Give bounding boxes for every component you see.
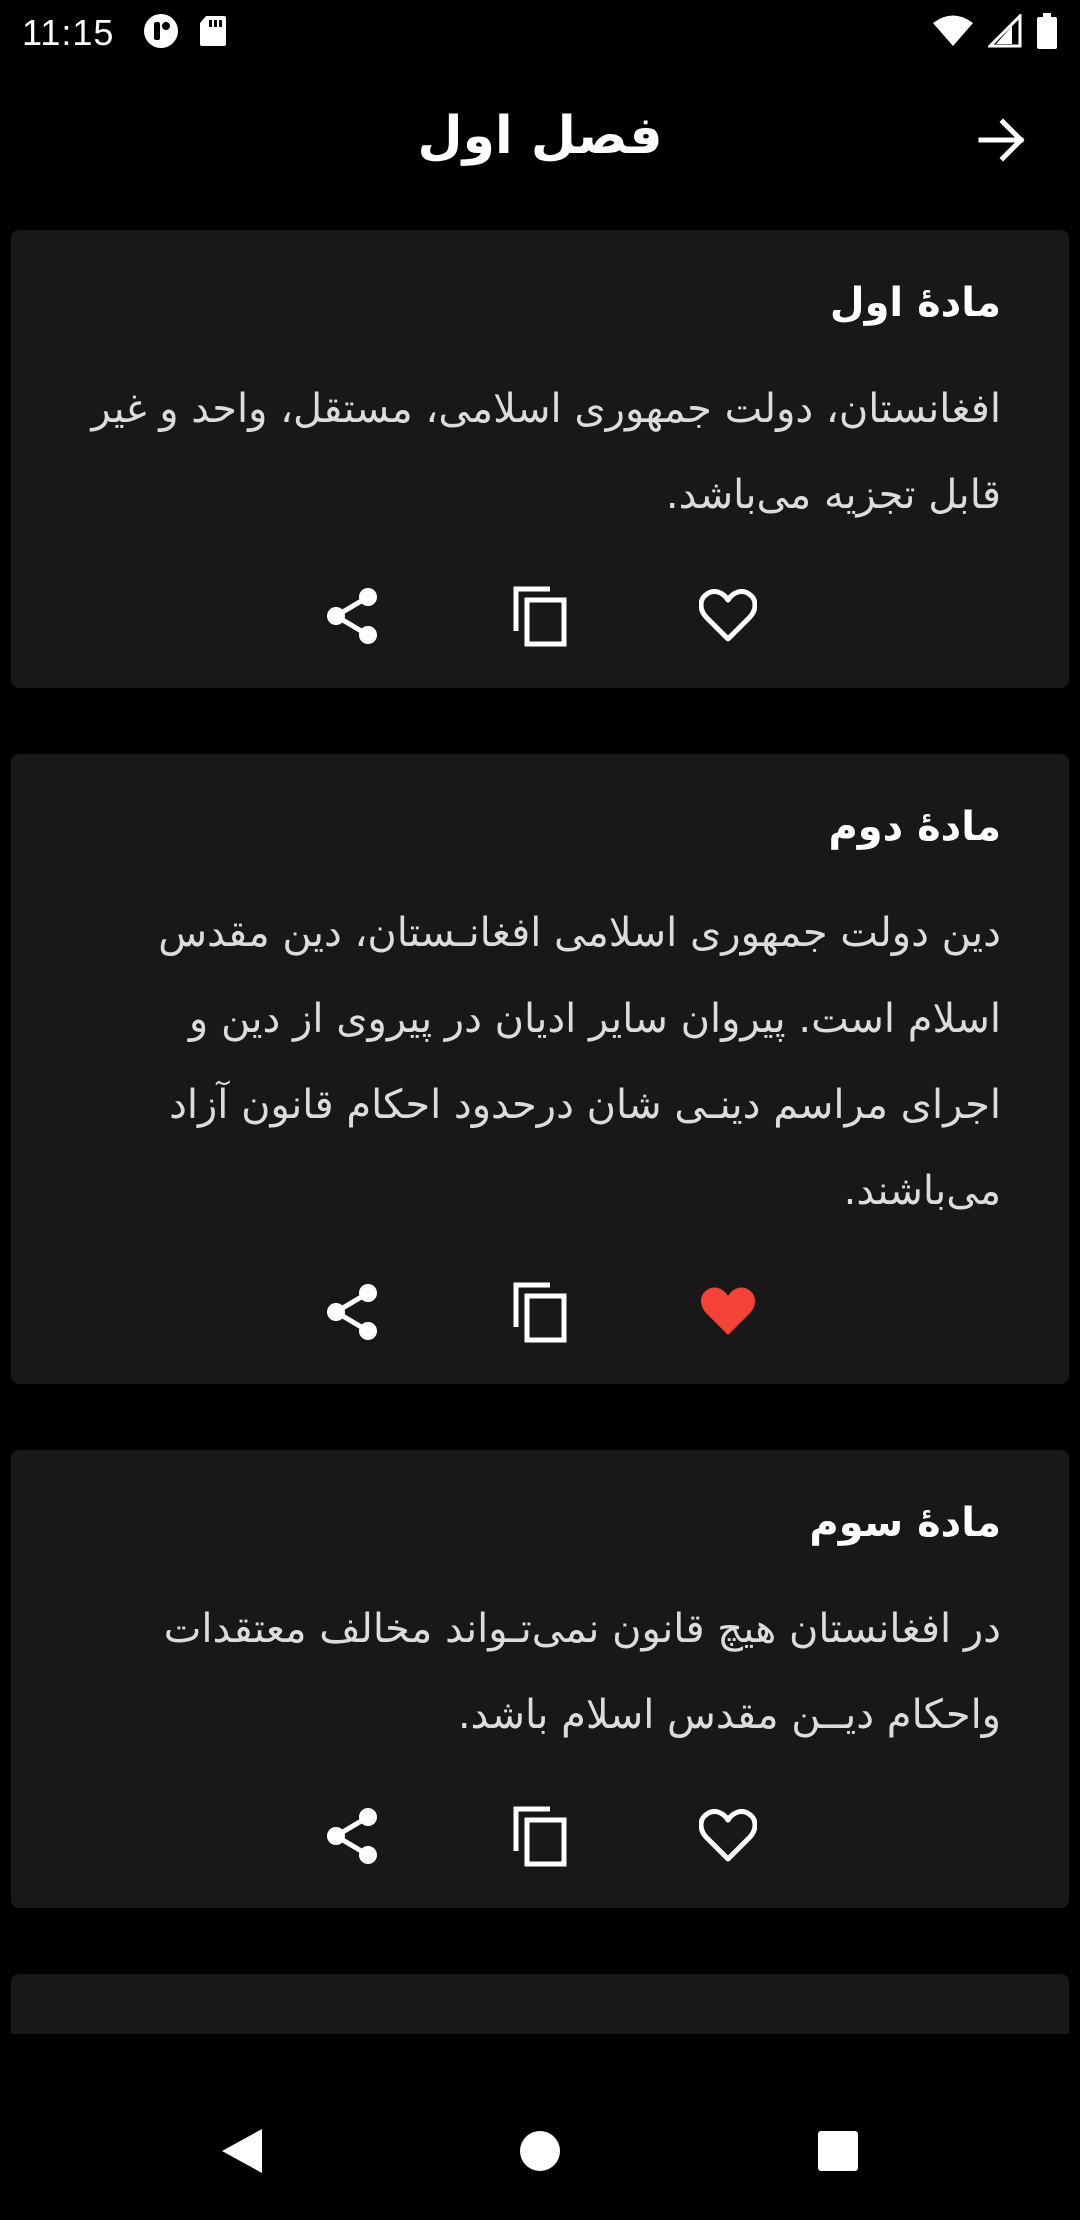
favorite-button[interactable]: [697, 1283, 759, 1345]
favorite-button[interactable]: [697, 1807, 759, 1869]
system-nav-bar: [0, 2086, 1080, 2220]
page-title: فصل اول: [417, 106, 663, 166]
heart-outline-icon: [698, 589, 758, 647]
article-card-partial[interactable]: [11, 1974, 1069, 2034]
article-actions: [79, 578, 1001, 658]
article-card: مادۀ سوم در افغانستان هیچ قانون نمی‌تـوا…: [11, 1450, 1069, 1908]
sd-card-icon: [198, 14, 228, 52]
share-icon: [324, 1282, 380, 1346]
heart-outline-icon: [698, 1809, 758, 1867]
circle-home-icon: [518, 2129, 562, 2177]
copy-icon: [512, 585, 568, 651]
nav-home-button[interactable]: [510, 2123, 570, 2183]
nav-recents-button[interactable]: [808, 2123, 868, 2183]
battery-icon: [1036, 13, 1058, 53]
app-bar: فصل اول: [0, 66, 1080, 216]
article-card: مادۀ اول افغانستان، دولت جمهوری اسلامی، …: [11, 230, 1069, 688]
status-time: 11:15: [22, 12, 115, 53]
article-body: دین دولت جمهوری اسلامی افغانـستان، دین م…: [158, 910, 1001, 1214]
nav-back-button[interactable]: [212, 2123, 272, 2183]
square-recents-icon: [817, 2130, 859, 2176]
article-actions: [79, 1798, 1001, 1878]
article-title: مادۀ سوم: [809, 1500, 1001, 1546]
triangle-back-icon: [220, 2127, 264, 2179]
share-button[interactable]: [321, 1807, 383, 1869]
share-button[interactable]: [321, 587, 383, 649]
app-notification-icon: [142, 12, 180, 54]
back-button[interactable]: [974, 114, 1030, 170]
article-title: مادۀ دوم: [828, 804, 1001, 850]
article-card: مادۀ دوم دین دولت جمهوری اسلامی افغانـست…: [11, 754, 1069, 1384]
arrow-forward-icon: [977, 115, 1027, 169]
article-list[interactable]: مادۀ اول افغانستان، دولت جمهوری اسلامی، …: [11, 230, 1069, 2086]
heart-filled-icon: [699, 1285, 757, 1343]
wifi-icon: [932, 14, 974, 52]
copy-button[interactable]: [509, 585, 571, 651]
article-title: مادۀ اول: [829, 280, 1001, 326]
article-body: افغانستان، دولت جمهوری اسلامی، مستقل، وا…: [91, 386, 1001, 518]
cellular-signal-icon: [986, 12, 1022, 52]
status-bar: 11:15: [0, 0, 1080, 66]
article-body: در افغانستان هیچ قانون نمی‌تـواند مخالف …: [163, 1606, 1001, 1738]
share-icon: [324, 586, 380, 650]
copy-button[interactable]: [509, 1281, 571, 1347]
share-button[interactable]: [321, 1283, 383, 1345]
copy-icon: [512, 1281, 568, 1347]
copy-icon: [512, 1805, 568, 1871]
share-icon: [324, 1806, 380, 1870]
favorite-button[interactable]: [697, 587, 759, 649]
article-actions: [79, 1274, 1001, 1354]
copy-button[interactable]: [509, 1805, 571, 1871]
